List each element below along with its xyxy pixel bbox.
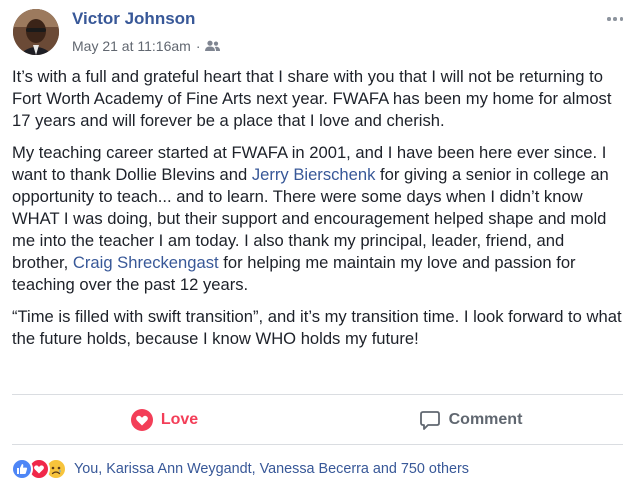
- divider: [12, 444, 623, 445]
- post-body: It’s with a full and grateful heart that…: [12, 66, 623, 360]
- post-meta: May 21 at 11:16am ·: [72, 38, 221, 54]
- love-button[interactable]: Love: [12, 403, 317, 437]
- reactions-summary[interactable]: You, Karissa Ann Weygandt, Vanessa Becer…: [11, 458, 469, 480]
- avatar-photo: [13, 9, 59, 55]
- divider: [12, 394, 623, 395]
- author-name[interactable]: Victor Johnson: [72, 9, 195, 29]
- love-label: Love: [160, 411, 199, 428]
- comment-button[interactable]: Comment: [318, 403, 623, 437]
- post-paragraph: It’s with a full and grateful heart that…: [12, 67, 612, 130]
- reaction-names[interactable]: You, Karissa Ann Weygandt, Vanessa Becer…: [74, 461, 469, 477]
- tagged-user-link[interactable]: Jerry Bierschenk: [252, 165, 376, 184]
- post-timestamp[interactable]: May 21 at 11:16am: [72, 38, 191, 54]
- friends-icon[interactable]: [205, 40, 221, 52]
- love-reaction-icon: [130, 409, 153, 431]
- tagged-user-link[interactable]: Craig Shreckengast: [73, 253, 219, 272]
- like-reaction-icon: [11, 458, 33, 480]
- meta-separator: ·: [195, 38, 201, 54]
- post-paragraph: My teaching career started at FWAFA in 2…: [12, 143, 609, 294]
- avatar[interactable]: [13, 9, 59, 55]
- more-options-icon[interactable]: [607, 12, 623, 26]
- facebook-post: Victor Johnson May 21 at 11:16am · It’s …: [0, 0, 635, 487]
- post-paragraph: “Time is filled with swift transition”, …: [12, 307, 622, 348]
- comment-icon: [419, 409, 441, 431]
- comment-label: Comment: [448, 411, 523, 428]
